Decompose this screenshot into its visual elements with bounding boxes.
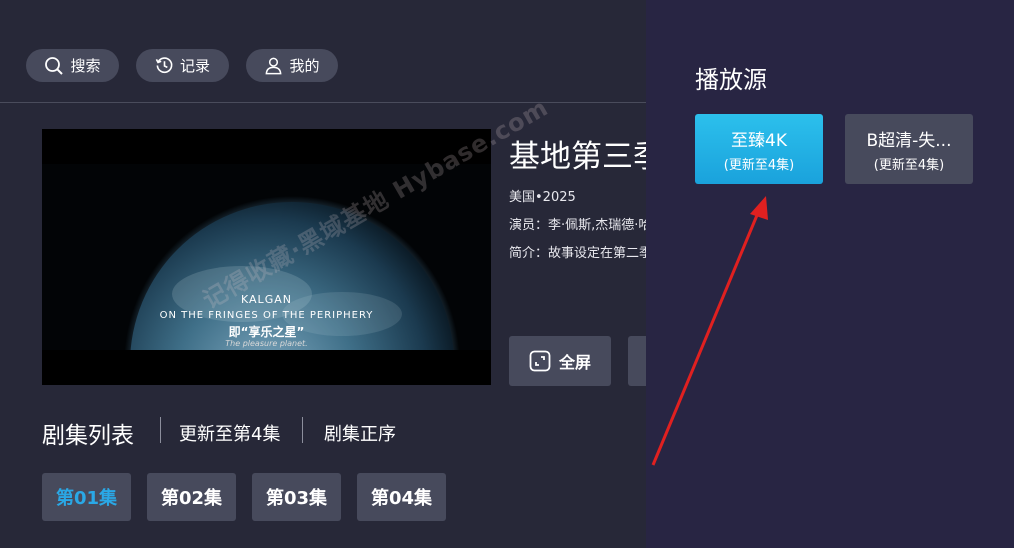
subtitle-line: The pleasure planet. xyxy=(225,339,308,348)
source-panel: 播放源 至臻4K (更新至4集) B超清-失... (更新至4集) xyxy=(646,0,1014,548)
source-status: (更新至4集) xyxy=(873,157,945,173)
header-divider xyxy=(0,102,646,103)
top-nav: 搜索 记录 我的 xyxy=(0,0,646,103)
search-button[interactable]: 搜索 xyxy=(26,49,119,82)
show-intro: 简介：故事设定在第二季 xyxy=(509,246,646,261)
episode-button[interactable]: 第04集 xyxy=(357,473,446,521)
header-separator xyxy=(160,417,161,443)
episode-list-title: 剧集列表 xyxy=(42,423,134,449)
episode-order-toggle[interactable]: 剧集正序 xyxy=(324,420,396,446)
fullscreen-button[interactable]: 全屏 xyxy=(509,336,611,386)
subtitle-line: ON THE FRINGES OF THE PERIPHERY xyxy=(159,310,374,321)
fullscreen-label: 全屏 xyxy=(558,353,591,372)
search-icon xyxy=(44,56,64,76)
show-title: 基地第三季 xyxy=(509,139,646,175)
episode-button[interactable]: 第01集 xyxy=(42,473,131,521)
source-panel-title: 播放源 xyxy=(695,66,767,94)
history-button[interactable]: 记录 xyxy=(136,49,229,82)
history-label: 记录 xyxy=(179,57,210,75)
episode-button[interactable]: 第03集 xyxy=(252,473,341,521)
show-cast: 演员：李·佩斯,杰瑞德·哈里斯 xyxy=(509,218,646,233)
episode-update-status: 更新至第4集 xyxy=(179,424,281,445)
source-status: (更新至4集) xyxy=(723,157,795,173)
history-icon xyxy=(155,56,174,75)
source-option-hd[interactable]: B超清-失... (更新至4集) xyxy=(845,114,973,184)
header-separator xyxy=(302,417,303,443)
user-icon xyxy=(264,56,283,75)
secondary-action-button[interactable] xyxy=(628,336,646,386)
source-option-4k[interactable]: 至臻4K (更新至4集) xyxy=(695,114,823,184)
source-name: 至臻4K xyxy=(731,130,787,151)
profile-label: 我的 xyxy=(289,57,320,75)
fullscreen-icon xyxy=(529,350,551,372)
source-name: B超清-失... xyxy=(866,130,952,151)
episode-button[interactable]: 第02集 xyxy=(147,473,236,521)
search-label: 搜索 xyxy=(70,57,101,75)
profile-button[interactable]: 我的 xyxy=(246,49,338,82)
subtitle-line: KALGAN xyxy=(241,293,292,306)
subtitle-line: 即“享乐之星” xyxy=(228,325,305,339)
show-meta: 美国•2025 xyxy=(509,190,576,205)
